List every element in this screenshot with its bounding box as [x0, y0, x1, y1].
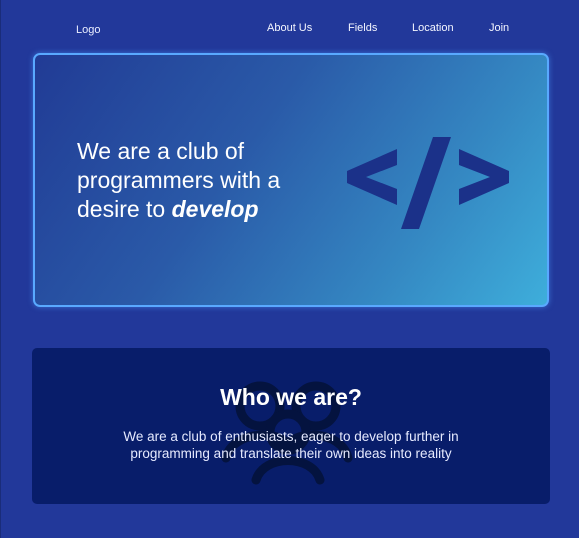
page: Logo About Us Fields Location Join We ar… — [0, 0, 579, 538]
nav-link-location[interactable]: Location — [412, 22, 454, 34]
nav-link-fields[interactable]: Fields — [348, 22, 377, 34]
top-nav: Logo About Us Fields Location Join — [1, 0, 579, 56]
nav-links: About Us Fields Location Join — [1, 22, 579, 38]
nav-link-join[interactable]: Join — [489, 22, 509, 34]
hero-headline-emphasis: develop — [171, 196, 259, 222]
hero-banner: We are a club of programmers with a desi… — [33, 53, 549, 307]
code-icon — [347, 137, 509, 229]
about-title: Who we are? — [220, 384, 362, 410]
nav-link-about-us[interactable]: About Us — [267, 22, 312, 34]
about-section: Who we are? We are a club of enthusiasts… — [32, 348, 550, 504]
about-description: We are a club of enthusiasts, eager to d… — [123, 429, 459, 461]
hero-headline: We are a club of programmers with a desi… — [77, 137, 337, 224]
